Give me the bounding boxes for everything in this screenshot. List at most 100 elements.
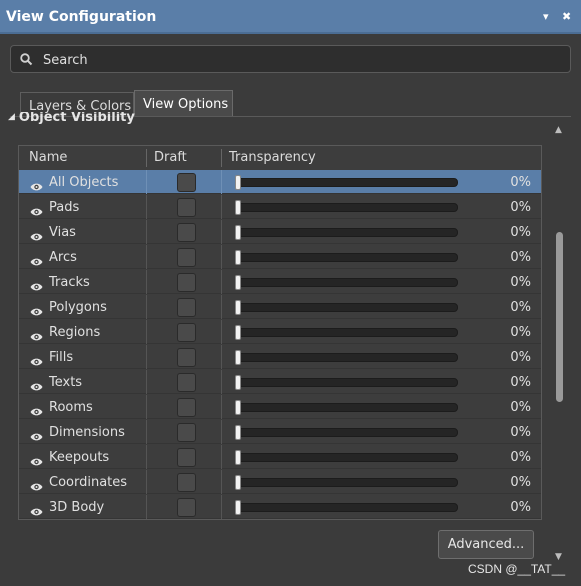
draft-checkbox[interactable] [177,173,196,192]
draft-checkbox[interactable] [177,373,196,392]
transparency-slider-thumb[interactable] [235,425,241,440]
window-title: View Configuration [6,9,157,25]
table-row[interactable]: Polygons 0% [19,295,541,319]
search-input[interactable] [41,49,565,71]
row-name: Vias [49,225,76,240]
table-header: Name Draft Transparency [19,146,541,170]
transparency-slider-track[interactable] [236,428,458,437]
table-row[interactable]: Tracks 0% [19,270,541,294]
eye-icon[interactable] [30,452,43,471]
eye-icon[interactable] [30,502,43,521]
table-row[interactable]: Rooms 0% [19,395,541,419]
table-row[interactable]: All Objects 0% [19,170,541,194]
transparency-slider-thumb[interactable] [235,275,241,290]
transparency-slider-track[interactable] [236,378,458,387]
table-row[interactable]: Regions 0% [19,320,541,344]
draft-checkbox[interactable] [177,198,196,217]
transparency-value: 0% [510,350,531,365]
transparency-slider-thumb[interactable] [235,300,241,315]
row-name: Polygons [49,300,107,315]
draft-checkbox[interactable] [177,298,196,317]
transparency-slider-thumb[interactable] [235,325,241,340]
transparency-slider-track[interactable] [236,503,458,512]
draft-checkbox[interactable] [177,323,196,342]
transparency-slider-track[interactable] [236,478,458,487]
transparency-slider-thumb[interactable] [235,250,241,265]
transparency-slider-track[interactable] [236,278,458,287]
table-row[interactable]: Dimensions 0% [19,420,541,444]
object-visibility-table: Name Draft Transparency All Objects 0% Pad… [18,145,542,520]
scroll-down-icon[interactable]: ▼ [555,552,562,562]
column-separator [221,245,222,269]
draft-checkbox[interactable] [177,273,196,292]
table-row[interactable]: Fills 0% [19,345,541,369]
transparency-slider-track[interactable] [236,453,458,462]
transparency-slider-thumb[interactable] [235,200,241,215]
close-icon[interactable]: ✖ [562,10,571,23]
eye-icon[interactable] [30,352,43,371]
header-transparency[interactable]: Transparency [229,150,316,165]
row-name: 3D Body [49,500,105,515]
transparency-slider-track[interactable] [236,403,458,412]
section-header[interactable]: ◢ Object Visibility [8,112,135,126]
transparency-slider-thumb[interactable] [235,225,241,240]
column-separator [221,395,222,419]
table-row[interactable]: Texts 0% [19,370,541,394]
transparency-slider-thumb[interactable] [235,450,241,465]
transparency-slider-track[interactable] [236,353,458,362]
transparency-slider-thumb[interactable] [235,175,241,190]
draft-checkbox[interactable] [177,448,196,467]
transparency-slider-track[interactable] [236,303,458,312]
dropdown-icon[interactable]: ▾ [543,10,549,23]
table-row[interactable]: Vias 0% [19,220,541,244]
draft-checkbox[interactable] [177,473,196,492]
eye-icon[interactable] [30,477,43,496]
scrollbar-thumb[interactable] [556,232,563,402]
transparency-value: 0% [510,300,531,315]
tab-view-options[interactable]: View Options [134,90,233,117]
draft-checkbox[interactable] [177,398,196,417]
vertical-scrollbar[interactable]: ▲ ▼ [553,125,567,565]
draft-checkbox[interactable] [177,498,196,517]
transparency-slider-thumb[interactable] [235,400,241,415]
table-row[interactable]: Coordinates 0% [19,470,541,494]
eye-icon[interactable] [30,427,43,446]
transparency-slider-thumb[interactable] [235,375,241,390]
transparency-slider-track[interactable] [236,253,458,262]
scroll-up-icon[interactable]: ▲ [555,125,562,135]
table-row[interactable]: 3D Body 0% [19,495,541,519]
collapse-arrow-icon[interactable]: ◢ [8,112,15,122]
eye-icon[interactable] [30,177,43,196]
transparency-slider-track[interactable] [236,203,458,212]
eye-icon[interactable] [30,202,43,221]
table-row[interactable]: Pads 0% [19,195,541,219]
transparency-slider-track[interactable] [236,178,458,187]
header-name[interactable]: Name [29,150,67,165]
draft-checkbox[interactable] [177,423,196,442]
eye-icon[interactable] [30,402,43,421]
eye-icon[interactable] [30,277,43,296]
search-box[interactable] [10,45,571,73]
column-separator [221,345,222,369]
column-separator [221,220,222,244]
advanced-button[interactable]: Advanced... [438,530,534,559]
eye-icon[interactable] [30,227,43,246]
header-draft[interactable]: Draft [154,150,187,165]
transparency-slider-thumb[interactable] [235,500,241,515]
table-row[interactable]: Keepouts 0% [19,445,541,469]
eye-icon[interactable] [30,302,43,321]
transparency-value: 0% [510,200,531,215]
transparency-slider-track[interactable] [236,328,458,337]
column-separator [146,195,147,219]
draft-checkbox[interactable] [177,248,196,267]
eye-icon[interactable] [30,252,43,271]
column-separator [221,170,222,194]
table-row[interactable]: Arcs 0% [19,245,541,269]
draft-checkbox[interactable] [177,223,196,242]
transparency-slider-thumb[interactable] [235,475,241,490]
eye-icon[interactable] [30,327,43,346]
draft-checkbox[interactable] [177,348,196,367]
transparency-slider-track[interactable] [236,228,458,237]
transparency-slider-thumb[interactable] [235,350,241,365]
eye-icon[interactable] [30,377,43,396]
